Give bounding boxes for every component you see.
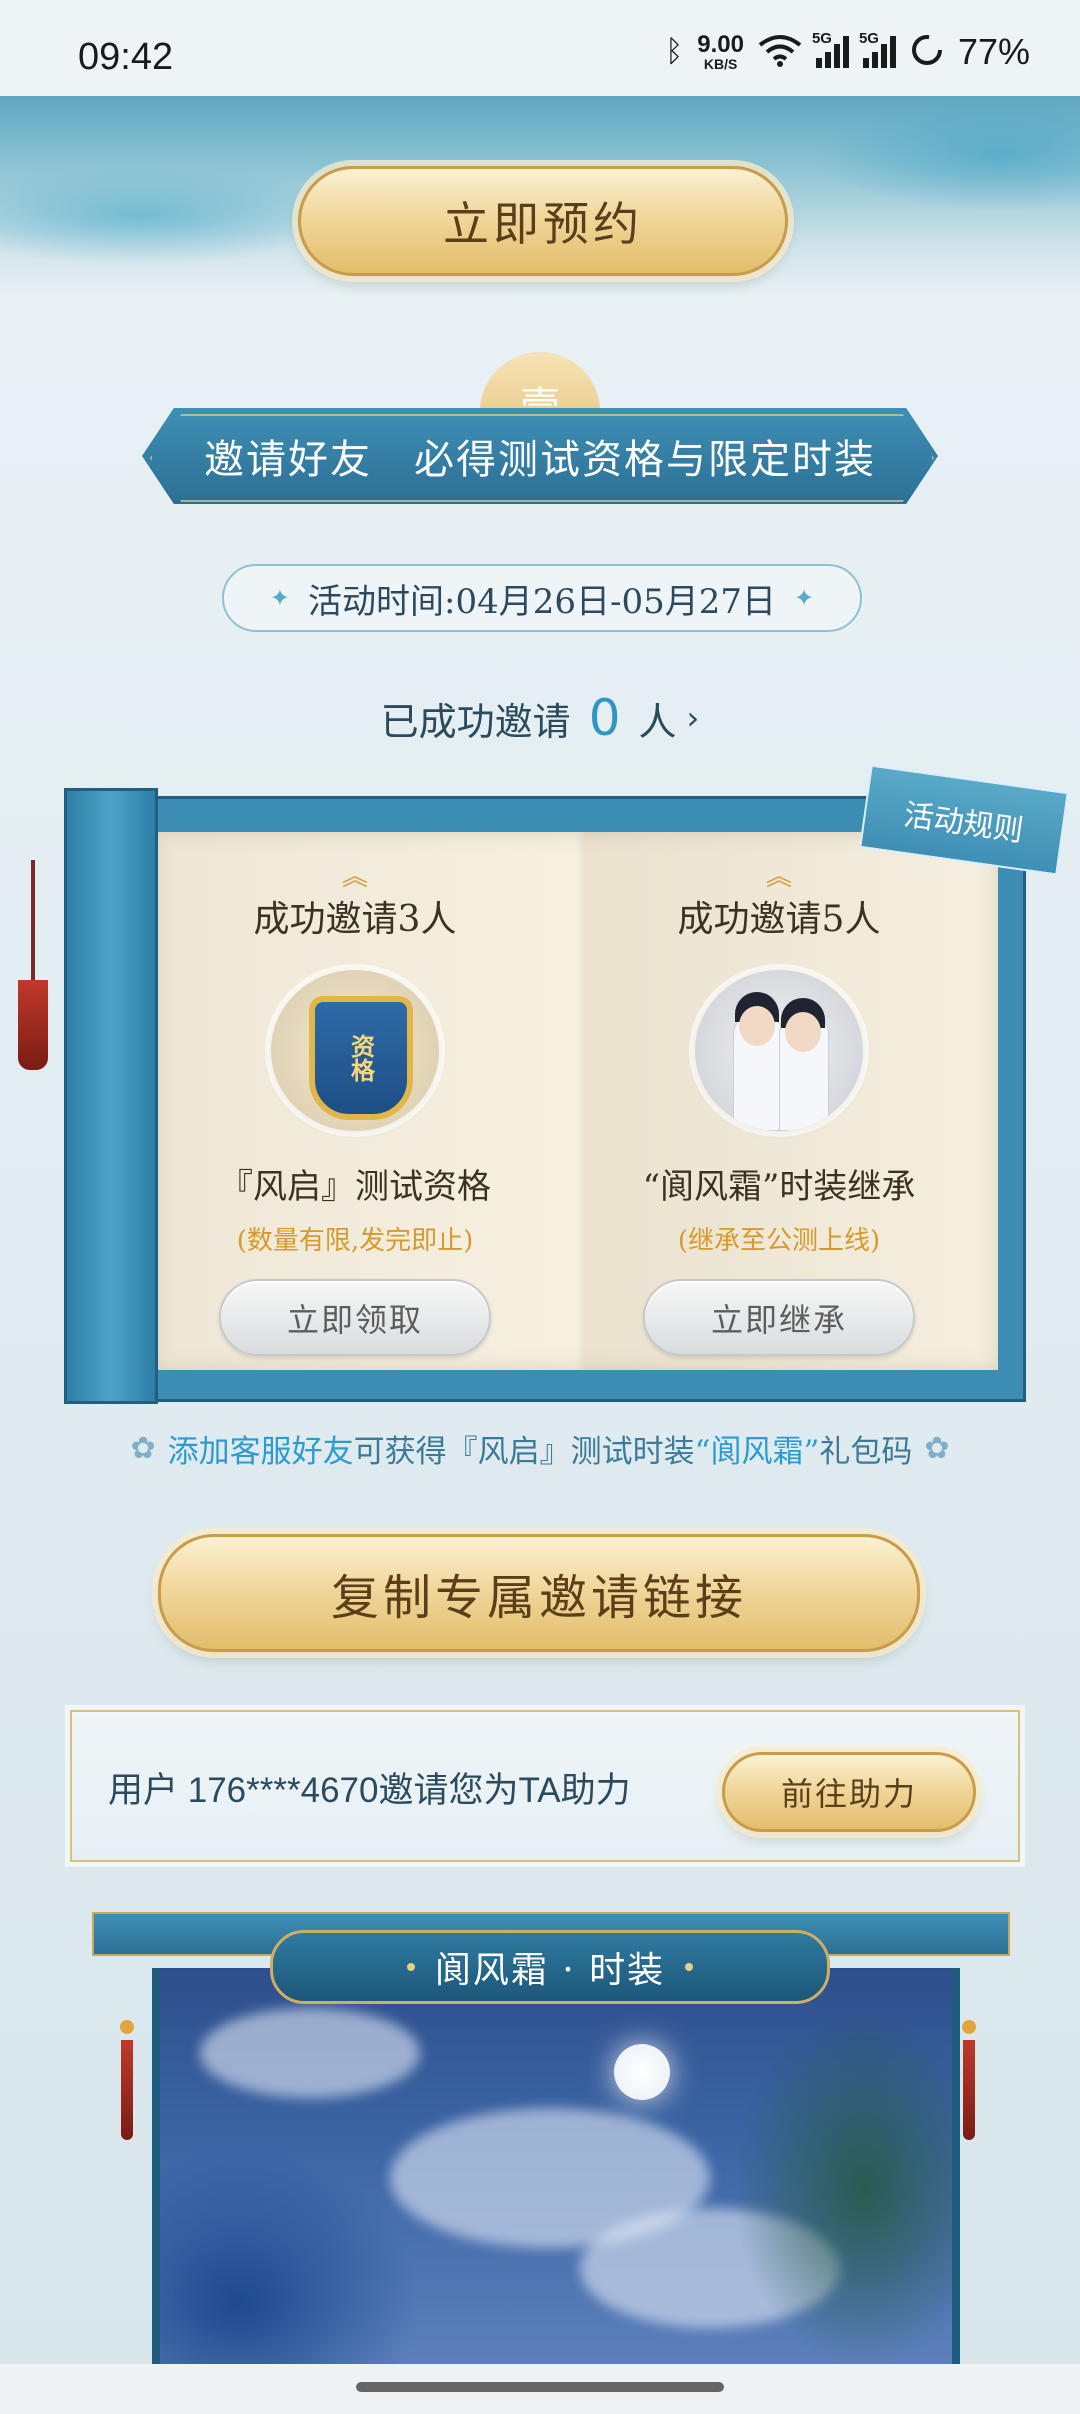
status-time: 09:42 (78, 36, 174, 78)
home-indicator[interactable] (356, 2382, 724, 2392)
invited-count-link[interactable]: 已成功邀请 0 人 › (0, 688, 1080, 748)
moon (614, 2044, 670, 2100)
bluetooth-icon: ᛒ (665, 35, 684, 68)
sparkle-icon: ✦ (794, 584, 815, 612)
battery-icon (910, 33, 944, 72)
scroll-rod (64, 788, 158, 1404)
chevron-right-icon: › (686, 699, 700, 737)
sparkle-icon: ✦ (269, 584, 290, 612)
signal-2-label: 5G (858, 30, 879, 47)
help-request-text: 用户 176****4670邀请您为TA助力 (108, 1771, 631, 1810)
customer-service-text[interactable]: 添加客服好友可获得『风启』测试时装“阆风霜”礼包码 (168, 1426, 913, 1471)
costume-title: 阆风霜 · 时装 (434, 1950, 666, 1991)
bamboo (732, 2008, 952, 2368)
inherit-button[interactable]: 立即继承 (643, 1279, 915, 1356)
flower-icon: ✿ (924, 1430, 950, 1466)
reward-name: “阆风霜”时装继承 (642, 1167, 916, 1208)
invited-unit: 人 (638, 699, 677, 744)
status-icons: ᛒ 9.00 KB/S 5G 5G 77% (665, 30, 1030, 72)
reward-note: (继承至公测上线) (677, 1226, 881, 1257)
event-time-box: ✦ 活动时间:04月26日-05月27日 ✦ (222, 564, 862, 632)
flower-icon: ✿ (130, 1430, 156, 1466)
reward-title: 成功邀请5人 (677, 899, 881, 940)
chevron-up-icon: ︽ (341, 862, 368, 892)
invite-banner-text: 邀请好友 必得测试资格与限定时装 (204, 437, 876, 483)
customer-service-note: ✿ 添加客服好友可获得『风启』测试时装“阆风霜”礼包码 ✿ (0, 1424, 1080, 1472)
signal-1-label: 5G (811, 30, 832, 47)
signal-icon-2: 5G (859, 30, 896, 68)
go-help-button[interactable]: 前往助力 (722, 1752, 976, 1832)
chevron-up-icon: ︽ (765, 862, 792, 892)
event-time-text: 活动时间:04月26日-05月27日 (308, 581, 776, 622)
reward-card-3: ︽ 成功邀请3人 资格 『风启』测试资格 (数量有限,发完即止) 立即领取 (160, 856, 550, 1356)
shield-icon: 资格 (309, 996, 413, 1120)
bush (160, 2148, 420, 2368)
qualification-badge-icon: 资格 (271, 970, 439, 1132)
reward-note: (数量有限,发完即止) (236, 1226, 474, 1257)
net-speed: 9.00 KB/S (697, 31, 744, 72)
net-speed-value: 9.00 (697, 31, 744, 58)
costume-title-plate: 阆风霜 · 时装 (270, 1930, 830, 2004)
reward-card-5: ︽ 成功邀请5人 “阆风霜”时装继承 (继承至公测上线) 立即继承 (584, 856, 974, 1356)
copy-invite-link-button[interactable]: 复制专属邀请链接 (158, 1534, 920, 1652)
costume-scene-image (152, 1968, 960, 2368)
invited-count: 0 (588, 689, 621, 747)
invited-label: 已成功邀请 (380, 699, 571, 744)
tassel-icon (118, 2020, 136, 2140)
signal-icon: 5G (812, 30, 849, 68)
wifi-icon (758, 33, 802, 72)
reserve-button[interactable]: 立即预约 (298, 166, 788, 276)
reward-name: 『风启』测试资格 (219, 1167, 491, 1208)
claim-button[interactable]: 立即领取 (219, 1279, 491, 1356)
tassel-icon (960, 2020, 978, 2140)
reward-title: 成功邀请3人 (253, 899, 457, 940)
invite-banner: 邀请好友 必得测试资格与限定时装 (142, 408, 938, 504)
costume-avatar (695, 970, 863, 1132)
tassel-icon (18, 860, 48, 1070)
net-speed-unit: KB/S (703, 56, 738, 72)
battery-percent: 77% (957, 31, 1030, 72)
